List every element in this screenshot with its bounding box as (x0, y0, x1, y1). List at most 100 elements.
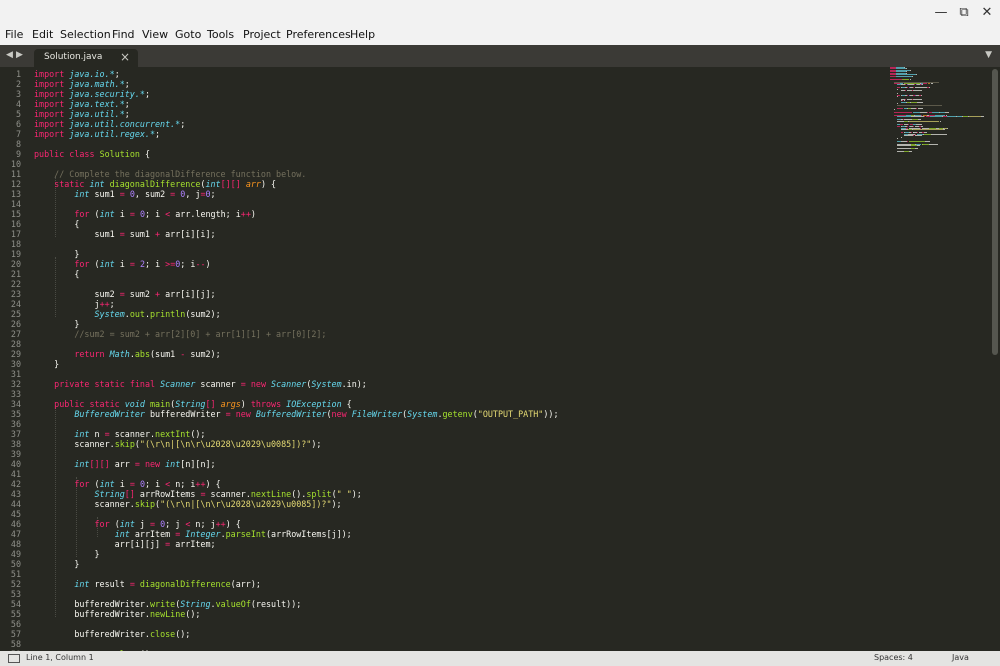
code-token: String (175, 399, 206, 409)
code-line[interactable]: return Math.abs(sum1 - sum2); (34, 349, 220, 359)
close-window-button[interactable]: ✕ (978, 4, 996, 22)
code-token: System (94, 309, 125, 319)
code-editor[interactable]: 1 2 3 4 5 6 7 8 9 10 11 12 13 14 15 16 17 18 19 20 21 22 23 24 2… (0, 67, 1000, 651)
menu-edit[interactable]: Edit (32, 28, 53, 41)
tab-list-dropdown-icon[interactable]: ▼ (985, 50, 992, 60)
code-line[interactable]: int result = diagonalDifference(arr); (34, 579, 261, 589)
code-line[interactable]: for (int i = 0; i < n; i++) { (34, 479, 220, 489)
minimap[interactable] (890, 67, 990, 157)
code-line[interactable]: j++; (34, 299, 115, 309)
code-line[interactable]: arr[i][j] = arrItem; (34, 539, 216, 549)
code-line[interactable]: String[] arrRowItems = scanner.nextLine(… (34, 489, 362, 499)
code-line[interactable]: import java.security.*; (34, 89, 150, 99)
code-line[interactable]: { (34, 219, 79, 229)
code-token: j (34, 299, 100, 309)
maximize-button[interactable]: ⧉ (955, 4, 973, 22)
code-line[interactable]: import java.util.regex.*; (34, 129, 160, 139)
menu-selection[interactable]: Selection (60, 28, 111, 41)
code-line[interactable]: } (34, 319, 79, 329)
line-number: 24 (10, 299, 21, 309)
line-number: 13 (10, 189, 21, 199)
minimap-mark (897, 116, 911, 118)
code-line[interactable]: int arrItem = Integer.parseInt(arrRowIte… (34, 529, 352, 539)
code-line[interactable]: int[][] arr = new int[n][n]; (34, 459, 215, 469)
code-line[interactable]: sum2 = sum2 + arr[i][j]; (34, 289, 216, 299)
code-line[interactable]: int sum1 = 0, sum2 = 0, j=0; (34, 189, 215, 199)
code-line[interactable]: } (34, 249, 79, 259)
minimap-mark (929, 116, 943, 118)
code-area[interactable]: import java.io.*; import java.math.*; impo… (34, 67, 884, 651)
vertical-scrollbar[interactable] (992, 69, 998, 355)
code-token: .in); (341, 379, 367, 389)
code-line[interactable]: // Complete the diagonalDifference funct… (34, 169, 306, 179)
tab-solution-java[interactable]: Solution.java × (34, 49, 138, 67)
code-line[interactable]: public static void main(String[] args) t… (34, 399, 352, 409)
code-token: diagonalDifference (139, 579, 231, 589)
minimap-mark (946, 127, 949, 129)
code-token: String (94, 489, 125, 499)
code-token: int (165, 459, 181, 469)
minimize-button[interactable]: — (932, 4, 950, 22)
minimap-mark (920, 94, 922, 96)
code-line[interactable]: import java.util.*; (34, 109, 130, 119)
code-line[interactable]: static int diagonalDifference(int[][] ar… (34, 179, 276, 189)
code-line[interactable]: public class Solution { (34, 149, 150, 159)
menu-file[interactable]: File (5, 28, 23, 41)
line-number: 28 (10, 339, 21, 349)
code-line[interactable]: sum1 = sum1 + arr[i][i]; (34, 229, 216, 239)
code-line[interactable]: import java.util.concurrent.*; (34, 119, 185, 129)
menu-project[interactable]: Project (243, 28, 281, 41)
menu-help[interactable]: Help (350, 28, 375, 41)
line-number: 46 (10, 519, 21, 529)
code-line[interactable]: } (34, 359, 59, 369)
menu-view[interactable]: View (142, 28, 168, 41)
code-line[interactable]: for (int i = 0; i < arr.length; i++) (34, 209, 256, 219)
tab-nav-right-icon[interactable]: ▶ (16, 50, 23, 60)
code-token: ) { (260, 179, 277, 189)
code-token: bufferedWriter (149, 409, 226, 419)
code-line[interactable]: bufferedWriter.close(); (34, 629, 190, 639)
code-line[interactable]: } (34, 559, 79, 569)
code-line[interactable]: import java.text.*; (34, 99, 130, 109)
code-token: int (74, 579, 95, 589)
code-line[interactable]: bufferedWriter.write(String.valueOf(resu… (34, 599, 301, 609)
code-line[interactable]: scanner.skip("(\r\n|[\n\r\u2028\u2029\u0… (34, 499, 342, 509)
code-token: java.math.* (69, 79, 125, 89)
indentation-setting[interactable]: Spaces: 4 (874, 653, 913, 662)
code-token: for (74, 479, 90, 489)
minimap-mark (897, 126, 900, 128)
code-token: throws (250, 399, 287, 409)
menu-find[interactable]: Find (112, 28, 135, 41)
code-line[interactable]: import java.math.*; (34, 79, 130, 89)
line-number: 2 (15, 79, 21, 89)
tab-close-icon[interactable]: × (120, 50, 130, 64)
code-line[interactable]: } (34, 549, 100, 559)
code-token: "(\r\n|[\n\r\u2028\u2029\u0085])?" (160, 499, 332, 509)
code-token: bufferedWriter. (34, 609, 150, 619)
menu-goto[interactable]: Goto (175, 28, 201, 41)
menu-preferences[interactable]: Preferences (286, 28, 351, 41)
code-token: scanner. (34, 439, 115, 449)
code-line[interactable]: for (int j = 0; j < n; j++) { (34, 519, 241, 529)
tab-nav-left-icon[interactable]: ◀ (6, 50, 13, 60)
minimap-mark (904, 135, 914, 137)
code-line[interactable]: import java.io.*; (34, 69, 120, 79)
menu-tools[interactable]: Tools (207, 28, 234, 41)
code-line[interactable]: int n = scanner.nextInt(); (34, 429, 205, 439)
code-line[interactable]: System.out.println(sum2); (34, 309, 221, 319)
code-line[interactable]: BufferedWriter bufferedWriter = new Buff… (34, 409, 558, 419)
code-token: , j (185, 189, 201, 199)
syntax-selector[interactable]: Java (952, 653, 969, 662)
code-line[interactable]: private static final Scanner scanner = n… (34, 379, 367, 389)
code-line[interactable]: for (int i = 2; i >=0; i--) (34, 259, 210, 269)
code-line[interactable]: scanner.skip("(\r\n|[\n\r\u2028\u2029\u0… (34, 439, 321, 449)
code-line[interactable]: //sum2 = sum2 + arr[2][0] + arr[1][1] + … (34, 329, 326, 339)
panel-toggle-icon[interactable] (8, 654, 20, 663)
code-line[interactable]: { (34, 269, 79, 279)
code-line[interactable]: bufferedWriter.newLine(); (34, 609, 200, 619)
code-token: java.text.* (69, 99, 125, 109)
minimap-mark (911, 75, 913, 77)
